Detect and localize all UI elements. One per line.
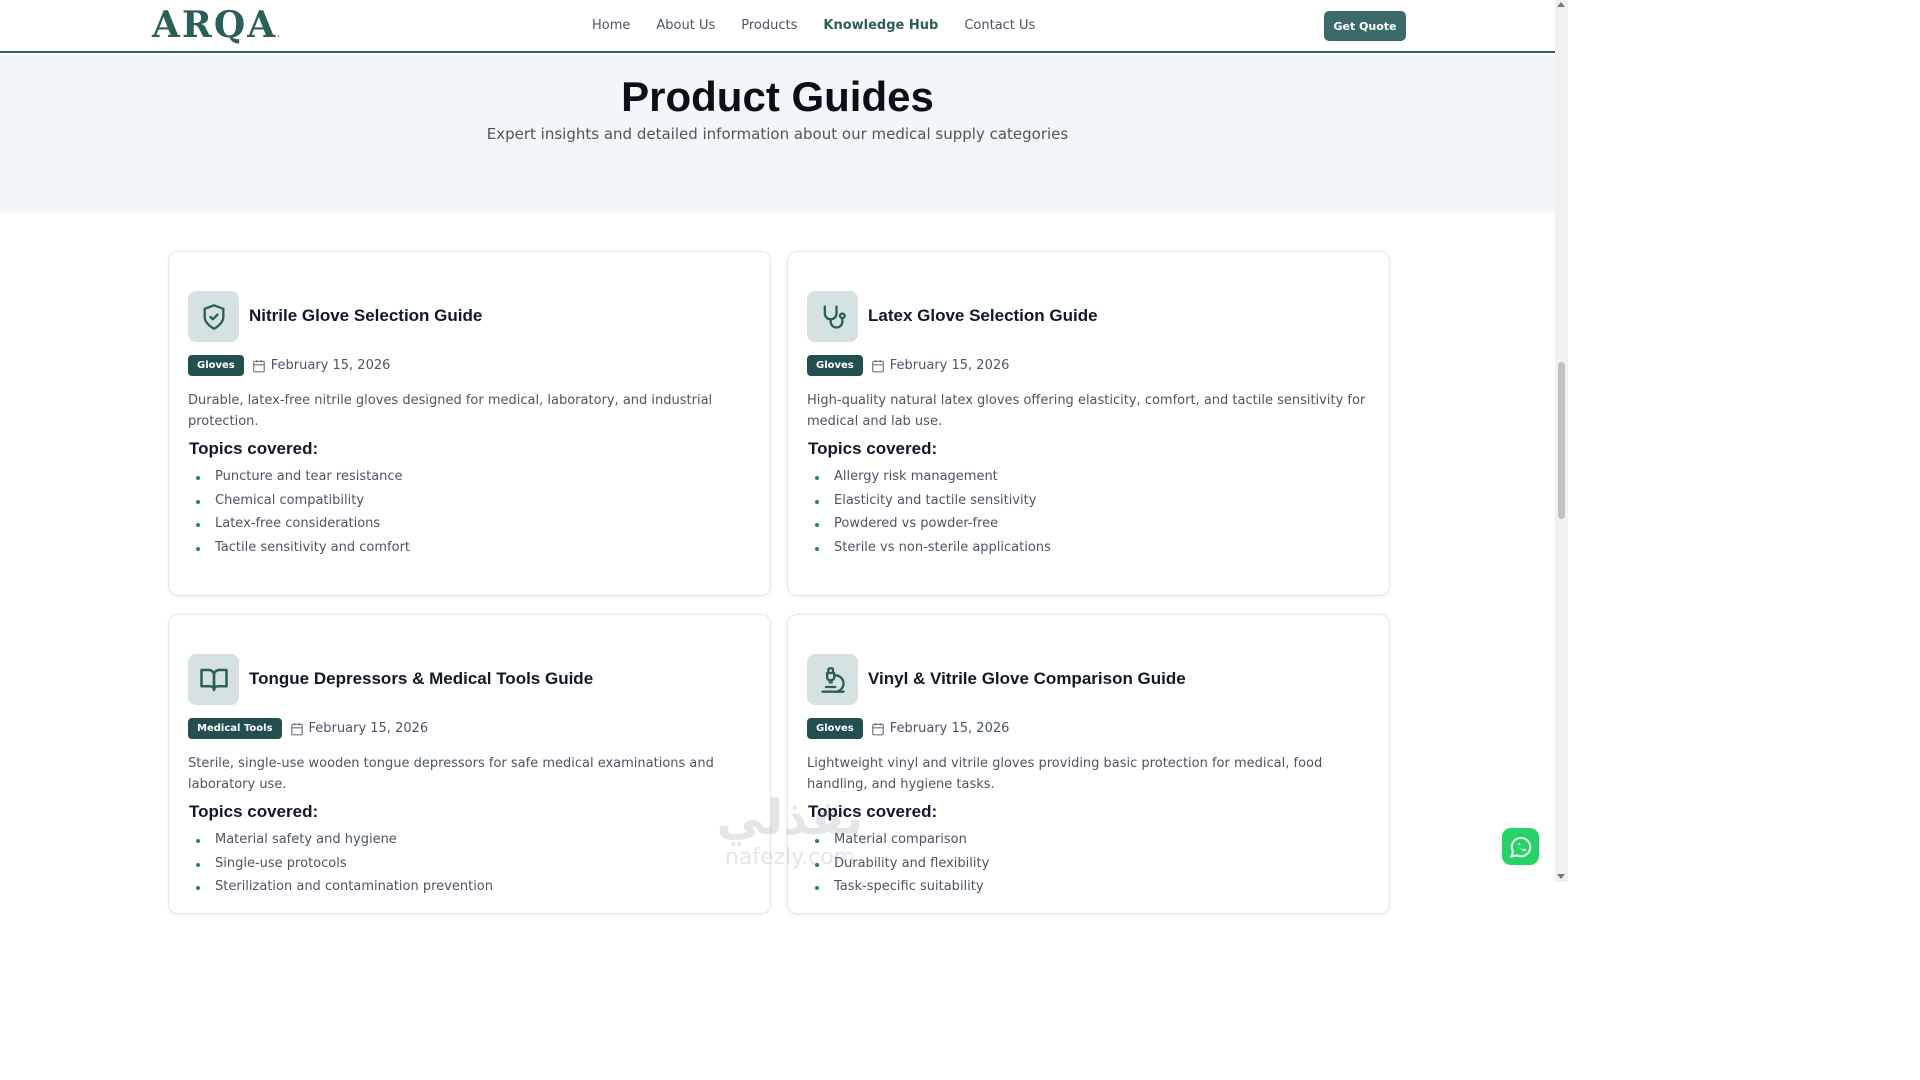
topics-list: Material safety and hygiene Single-use p… bbox=[196, 828, 493, 899]
category-badge: Gloves bbox=[188, 355, 244, 376]
card-meta: Gloves February 15, 2026 bbox=[807, 718, 1009, 739]
calendar-icon bbox=[252, 359, 265, 372]
date-text: February 15, 2026 bbox=[889, 358, 1010, 373]
list-item: Material safety and hygiene bbox=[196, 828, 493, 852]
book-open-icon bbox=[188, 654, 239, 705]
microscope-icon bbox=[807, 654, 858, 705]
card-title[interactable]: Nitrile Glove Selection Guide bbox=[249, 306, 482, 326]
list-item: Material comparison bbox=[815, 828, 989, 852]
logo[interactable]: ARQA. bbox=[152, 4, 282, 46]
main-nav: Home About Us Products Knowledge Hub Con… bbox=[592, 18, 1035, 33]
list-item: Latex-free considerations bbox=[196, 512, 410, 536]
card-meta: Gloves February 15, 2026 bbox=[188, 355, 390, 376]
topics-list: Material comparison Durability and flexi… bbox=[815, 828, 989, 899]
card-date: February 15, 2026 bbox=[871, 358, 1010, 373]
list-item: Chemical compatibility bbox=[196, 489, 410, 513]
list-item: Elasticity and tactile sensitivity bbox=[815, 489, 1051, 513]
list-item: Puncture and tear resistance bbox=[196, 465, 410, 489]
calendar-icon bbox=[871, 722, 884, 735]
category-badge: Gloves bbox=[807, 355, 863, 376]
stethoscope-icon bbox=[807, 291, 858, 342]
whatsapp-icon bbox=[1509, 836, 1531, 858]
scroll-down-arrow-icon[interactable] bbox=[1557, 874, 1565, 879]
page-subtitle: Expert insights and detailed information… bbox=[486, 125, 1069, 143]
card-date: February 15, 2026 bbox=[871, 721, 1010, 736]
category-badge: Medical Tools bbox=[188, 718, 282, 739]
card-meta: Gloves February 15, 2026 bbox=[807, 355, 1009, 376]
get-quote-button[interactable]: Get Quote bbox=[1324, 11, 1406, 41]
topics-heading: Topics covered: bbox=[189, 439, 319, 458]
scrollbar-thumb[interactable] bbox=[1558, 362, 1565, 519]
topics-list: Allergy risk management Elasticity and t… bbox=[815, 465, 1051, 559]
nav-contact-us[interactable]: Contact Us bbox=[964, 18, 1035, 33]
nav-knowledge-hub[interactable]: Knowledge Hub bbox=[823, 18, 938, 33]
shield-check-icon bbox=[188, 291, 239, 342]
guide-card-vinyl-vitrile[interactable]: Vinyl & Vitrile Glove Comparison Guide G… bbox=[787, 614, 1390, 914]
card-description: High-quality natural latex gloves offeri… bbox=[807, 393, 1366, 429]
site-header: ARQA. Home About Us Products Knowledge H… bbox=[0, 0, 1555, 53]
category-badge: Gloves bbox=[807, 718, 863, 739]
whatsapp-button[interactable] bbox=[1502, 828, 1539, 865]
list-item: Allergy risk management bbox=[815, 465, 1051, 489]
calendar-icon bbox=[871, 359, 884, 372]
card-description: Lightweight vinyl and vitrile gloves pro… bbox=[807, 756, 1323, 792]
topics-list: Puncture and tear resistance Chemical co… bbox=[196, 465, 410, 559]
card-title[interactable]: Tongue Depressors & Medical Tools Guide bbox=[249, 669, 593, 689]
list-item: Single-use protocols bbox=[196, 852, 493, 876]
guide-card-tongue-depressors[interactable]: Tongue Depressors & Medical Tools Guide … bbox=[168, 614, 771, 914]
list-item: Powdered vs powder-free bbox=[815, 512, 1051, 536]
list-item: Durability and flexibility bbox=[815, 852, 989, 876]
topics-heading: Topics covered: bbox=[808, 802, 938, 821]
card-title[interactable]: Latex Glove Selection Guide bbox=[868, 306, 1098, 326]
guide-card-latex[interactable]: Latex Glove Selection Guide Gloves Febru… bbox=[787, 251, 1390, 596]
page-title: Product Guides bbox=[621, 73, 934, 120]
card-date: February 15, 2026 bbox=[290, 721, 429, 736]
topics-heading: Topics covered: bbox=[189, 802, 319, 821]
logo-text: ARQA bbox=[152, 4, 278, 46]
list-item: Sterilization and contamination preventi… bbox=[196, 875, 493, 899]
nav-home[interactable]: Home bbox=[592, 18, 630, 33]
calendar-icon bbox=[290, 722, 303, 735]
nav-products[interactable]: Products bbox=[741, 18, 797, 33]
scroll-up-arrow-icon[interactable] bbox=[1557, 2, 1565, 7]
guide-card-nitrile[interactable]: Nitrile Glove Selection Guide Gloves Feb… bbox=[168, 251, 771, 596]
card-meta: Medical Tools February 15, 2026 bbox=[188, 718, 428, 739]
list-item: Sterile vs non-sterile applications bbox=[815, 536, 1051, 560]
date-text: February 15, 2026 bbox=[889, 721, 1010, 736]
list-item: Task-specific suitability bbox=[815, 875, 989, 899]
date-text: February 15, 2026 bbox=[270, 358, 391, 373]
card-date: February 15, 2026 bbox=[252, 358, 391, 373]
card-title[interactable]: Vinyl & Vitrile Glove Comparison Guide bbox=[868, 669, 1186, 689]
card-description: Sterile, single-use wooden tongue depres… bbox=[188, 756, 714, 792]
list-item: Tactile sensitivity and comfort bbox=[196, 536, 410, 560]
hero-section: Product Guides Expert insights and detai… bbox=[0, 55, 1555, 213]
logo-trademark: . bbox=[277, 29, 282, 39]
topics-heading: Topics covered: bbox=[808, 439, 938, 458]
date-text: February 15, 2026 bbox=[308, 721, 429, 736]
nav-about-us[interactable]: About Us bbox=[656, 18, 715, 33]
card-description: Durable, latex-free nitrile gloves desig… bbox=[188, 393, 713, 429]
